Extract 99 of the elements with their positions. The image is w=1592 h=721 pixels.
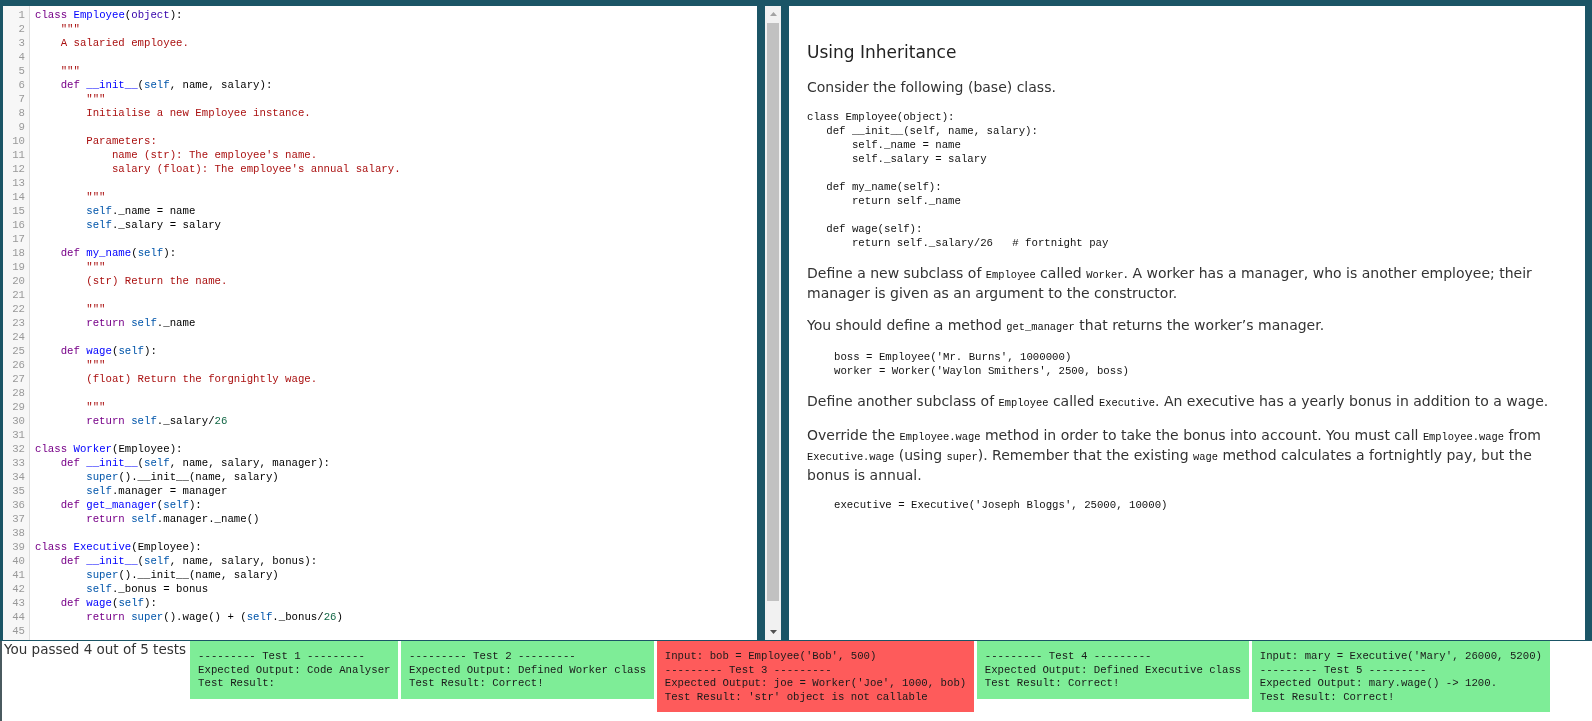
line-number: 26 (12, 358, 25, 372)
line-number: 28 (12, 386, 25, 400)
code-line: self._salary = salary (86, 218, 221, 232)
line-number: 22 (12, 302, 25, 316)
code-snippet: executive = Executive('Joseph Bloggs', 25000, 10000) (834, 498, 1168, 512)
line-number: 19 (12, 260, 25, 274)
code-snippet: class Employee(object): def __init__(self, name, salary): self._name = name self._salary = salary def my_name(self): return self._name def wage(self): return self._salary/26 # fortnight pay (807, 110, 1109, 250)
line-number: 14 (12, 190, 25, 204)
code-line: def __init__(self, name, salary): (60, 78, 273, 92)
code-line: """ (86, 358, 106, 372)
code-snippet: boss = Employee('Mr. Burns', 1000000) worker = Worker('Waylon Smithers', 2500, boss) (834, 350, 1130, 378)
line-number: 41 (12, 568, 25, 582)
line-number: 9 (18, 120, 25, 134)
code-line: class Employee(object): (35, 8, 183, 22)
line-number: 44 (12, 610, 25, 624)
line-number: 29 (12, 400, 25, 414)
line-number: 1 (18, 8, 25, 22)
scroll-down-icon[interactable] (769, 630, 777, 634)
code-line: def wage(self): (60, 344, 157, 358)
test-result-card: --------- Test 4 --------- Expected Output: Defined Executive class Test Result: Correct! (976, 641, 1250, 699)
code-line: """ (86, 302, 106, 316)
line-number: 33 (12, 456, 25, 470)
code-line: def __init__(self, name, salary, bonus): (60, 554, 318, 568)
instruction-paragraph: Override the Employee.wage method in order to take the bonus into account. You must call Employee.wage from Executive.wage (using super). Remember that the existing wage method calculates a fortnightly pay, but the bonus is annual. (807, 426, 1542, 484)
code-line: (str) Return the name. (86, 274, 228, 288)
line-number: 35 (12, 484, 25, 498)
code-line: """ (60, 64, 80, 78)
scrollbar-thumb[interactable] (767, 23, 779, 601)
code-line: return self._salary/26 (86, 414, 228, 428)
line-number: 32 (12, 442, 25, 456)
code-line: return self.manager._name() (86, 512, 260, 526)
code-line: name (str): The employee's name. (111, 148, 318, 162)
code-line: """ (86, 92, 106, 106)
code-line: class Executive(Employee): (35, 540, 202, 554)
line-number: 3 (18, 36, 25, 50)
instruction-paragraph: Consider the following (base) class. (807, 78, 1057, 96)
code-line: self._name = name (86, 204, 196, 218)
code-line: A salaried employee. (60, 36, 189, 50)
line-number: 23 (12, 316, 25, 330)
code-line: salary (float): The employee's annual salary. (111, 162, 401, 176)
line-number: 37 (12, 512, 25, 526)
code-line: super().__init__(name, salary) (86, 470, 279, 484)
line-number: 17 (12, 232, 25, 246)
code-line: class Worker(Employee): (35, 442, 183, 456)
line-number: 10 (12, 134, 25, 148)
line-number: 25 (12, 344, 25, 358)
line-number: 38 (12, 526, 25, 540)
code-line: self._bonus = bonus (86, 582, 209, 596)
scrollbar-track[interactable] (765, 6, 781, 640)
test-summary: You passed 4 out of 5 tests (4, 641, 187, 657)
line-number: 7 (18, 92, 25, 106)
code-line: def get_manager(self): (60, 498, 202, 512)
code-line: """ (60, 22, 80, 36)
code-line: Parameters: (86, 134, 157, 148)
line-number: 30 (12, 414, 25, 428)
line-number: 16 (12, 218, 25, 232)
line-number: 11 (12, 148, 25, 162)
line-number: 40 (12, 554, 25, 568)
scroll-up-icon[interactable] (769, 12, 777, 16)
line-number: 4 (18, 50, 25, 64)
section-heading: Using Inheritance (807, 41, 957, 64)
test-result-card: --------- Test 2 --------- Expected Output: Defined Worker class Test Result: Correct! (401, 641, 655, 699)
line-number: 21 (12, 288, 25, 302)
test-result-card: Input: bob = Employee('Bob', 500) --------- Test 3 --------- Expected Output: joe = Worker('Joe', 1000, bob) Test Result: 'str' object is not callable (656, 641, 975, 712)
instruction-paragraph: You should define a method get_manager that returns the worker’s manager. (807, 316, 1326, 335)
test-result-card: Input: mary = Executive('Mary', 26000, 5200) --------- Test 5 --------- Expected Output: mary.wage() -> 1200. Test Result: Correct! (1251, 641, 1550, 712)
line-number: 42 (12, 582, 25, 596)
line-number: 6 (18, 78, 25, 92)
line-number: 13 (12, 176, 25, 190)
line-number: 5 (18, 64, 25, 78)
code-line: def __init__(self, name, salary, manager): (60, 456, 331, 470)
code-line: return super().wage() + (self._bonus/26) (86, 610, 343, 624)
code-line: def wage(self): (60, 596, 157, 610)
line-number: 15 (12, 204, 25, 218)
instruction-paragraph: Define a new subclass of Employee called Worker. A worker has a manager, who is another employee; their manager is given as an argument to the constructor. (807, 264, 1533, 302)
code-line: super().__init__(name, salary) (86, 568, 279, 582)
line-number: 45 (12, 624, 25, 638)
code-line: self.manager = manager (86, 484, 228, 498)
code-line: def my_name(self): (60, 246, 177, 260)
line-number: 34 (12, 470, 25, 484)
code-line: (float) Return the forgnightly wage. (86, 372, 318, 386)
line-number: 8 (18, 106, 25, 120)
line-number: 12 (12, 162, 25, 176)
line-number: 39 (12, 540, 25, 554)
line-number: 20 (12, 274, 25, 288)
line-number: 36 (12, 498, 25, 512)
line-number: 31 (12, 428, 25, 442)
code-line: """ (86, 260, 106, 274)
line-number: 27 (12, 372, 25, 386)
line-number: 2 (18, 22, 25, 36)
code-line: """ (86, 400, 106, 414)
code-line: return self._name (86, 316, 196, 330)
test-result-card: --------- Test 1 --------- Expected Output: Code Analyser Test Result: (190, 641, 399, 699)
line-number: 18 (12, 246, 25, 260)
code-line: """ (86, 190, 106, 204)
line-number: 43 (12, 596, 25, 610)
instruction-paragraph: Define another subclass of Employee called Executive. An executive has a yearly bonus in addition to a wage. (807, 392, 1550, 411)
code-line: Initialise a new Employee instance. (86, 106, 311, 120)
line-number: 24 (12, 330, 25, 344)
